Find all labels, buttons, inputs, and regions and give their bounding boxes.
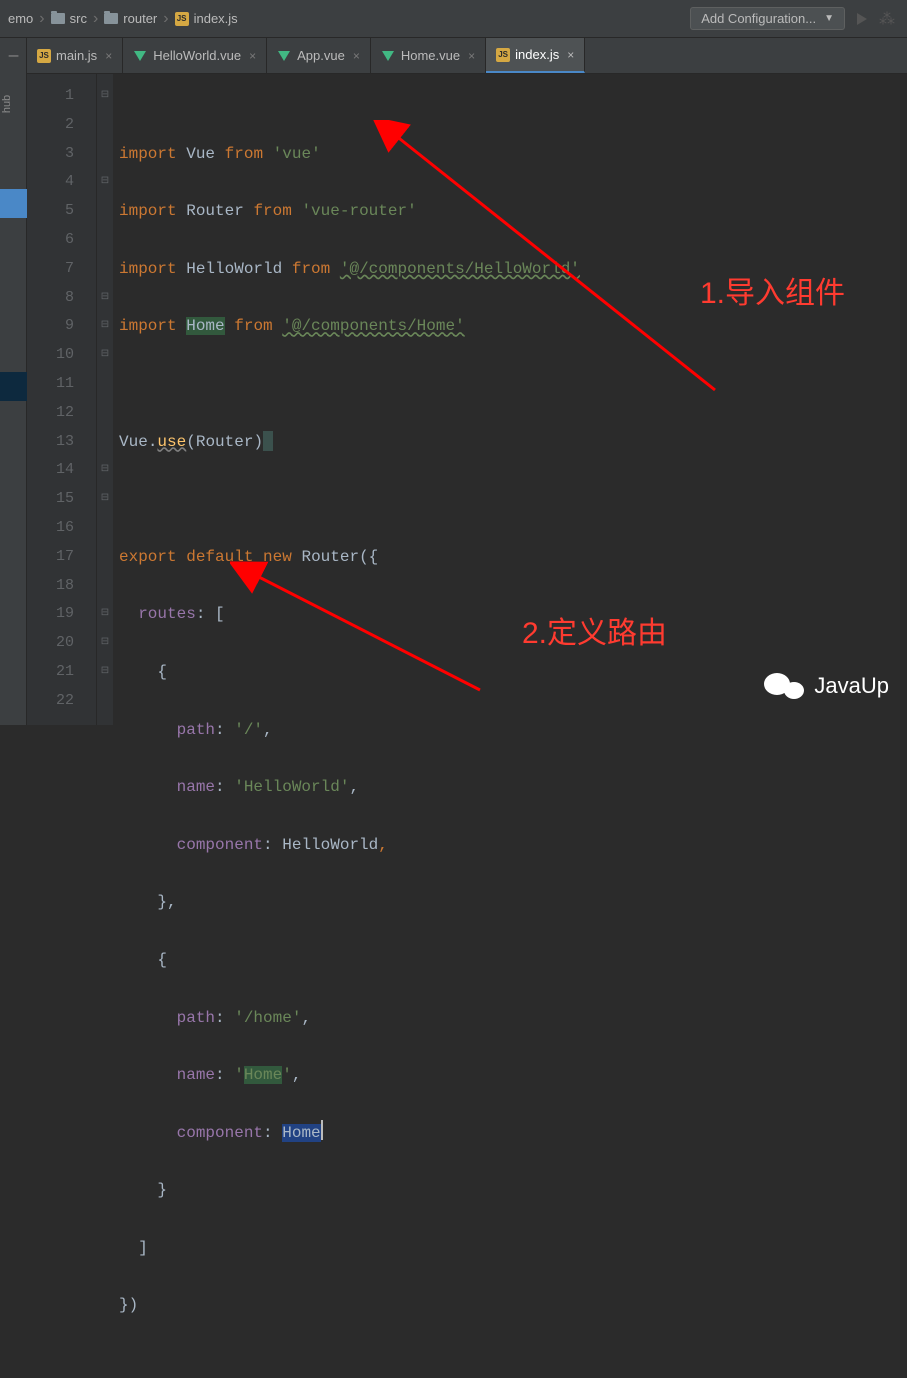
editor-tabs: JS main.js × HelloWorld.vue × App.vue × … [27,38,907,74]
tab-mainjs[interactable]: JS main.js × [27,38,123,73]
line-number: 18 [27,572,96,601]
left-sidebar: hub [0,74,27,725]
line-number: 2 [27,111,96,140]
fold-marker-icon[interactable]: ⊟ [97,485,113,514]
folder-icon [104,13,118,24]
breadcrumb-item-router[interactable]: router [100,11,161,26]
fold-marker-icon[interactable]: ⊟ [97,284,113,313]
close-icon[interactable]: × [468,49,475,63]
line-highlight-marker [0,189,27,218]
line-number-gutter: 1 2 3 4 5 6 7 8 9 10 11 12 13 14 15 16 1… [27,74,97,725]
folder-icon [51,13,65,24]
line-number: 10 [27,341,96,370]
tab-home[interactable]: Home.vue × [371,38,486,73]
fold-marker-icon[interactable]: ⊟ [97,658,113,687]
close-icon[interactable]: × [353,49,360,63]
line-number: 19 [27,600,96,629]
chevron-down-icon: ▼ [824,13,834,24]
top-toolbar: emo › src › router › JS index.js Add Con… [0,0,907,38]
fold-gutter: ⊟ ⊟ ⊟ ⊟ ⊟ ⊟ ⊟ ⊟ ⊟ ⊟ [97,74,113,725]
line-number: 1 [27,82,96,111]
tab-label: main.js [56,48,97,63]
chevron-right-icon: › [161,10,170,28]
close-icon[interactable]: × [249,49,256,63]
line-number: 22 [27,687,96,716]
line-number: 17 [27,543,96,572]
line-number: 5 [27,197,96,226]
fold-marker-icon[interactable]: ⊟ [97,600,113,629]
fold-marker-icon[interactable]: ⊟ [97,312,113,341]
tab-label: App.vue [297,48,345,63]
line-number: 7 [27,255,96,284]
toolbar-right: Add Configuration... ▼ ⁂ [690,7,907,30]
js-file-icon: JS [37,49,51,63]
annotation-text-2: 2.定义路由 [522,608,667,652]
line-number: 13 [27,428,96,457]
js-file-icon: JS [175,12,189,26]
js-file-icon: JS [496,48,510,62]
fold-marker-icon[interactable]: ⊟ [97,341,113,370]
fold-marker-icon[interactable]: ⊟ [97,168,113,197]
breadcrumb-item-file[interactable]: JS index.js [171,11,242,26]
line-number: 4 [27,168,96,197]
line-number: 15 [27,485,96,514]
fold-marker-icon[interactable]: ⊟ [97,629,113,658]
run-icon[interactable] [857,13,867,25]
fold-marker-icon[interactable]: ⊟ [97,82,113,111]
vue-file-icon [277,49,291,63]
tab-label: Home.vue [401,48,460,63]
text-cursor [321,1120,323,1140]
line-number: 21 [27,658,96,687]
tab-label: HelloWorld.vue [153,48,241,63]
wechat-icon [764,671,804,701]
line-highlight-marker [0,372,27,401]
line-number: 6 [27,226,96,255]
line-number: 3 [27,140,96,169]
vue-file-icon [381,49,395,63]
line-number: 16 [27,514,96,543]
watermark: JavaUp [764,671,889,701]
breadcrumb-label: src [70,11,87,26]
breadcrumb-item-src[interactable]: src [47,11,91,26]
tab-label: index.js [515,47,559,62]
tab-indexjs[interactable]: JS index.js × [486,38,585,73]
watermark-text: JavaUp [814,673,889,699]
breadcrumb-label: emo [8,11,33,26]
line-number: 20 [27,629,96,658]
breadcrumb: emo › src › router › JS index.js [0,10,690,28]
left-gutter-top: — [0,38,27,74]
tab-helloworld[interactable]: HelloWorld.vue × [123,38,267,73]
vue-file-icon [133,49,147,63]
line-number: 11 [27,370,96,399]
line-number: 12 [27,399,96,428]
breadcrumb-label: router [123,11,157,26]
fold-marker-icon[interactable]: ⊟ [97,456,113,485]
project-toggle[interactable]: — [0,38,27,74]
annotation-arrow-icon [370,120,740,420]
close-icon[interactable]: × [567,48,574,62]
debug-icon[interactable]: ⁂ [879,9,895,29]
annotation-arrow-icon [230,560,530,720]
close-icon[interactable]: × [105,49,112,63]
run-config-dropdown[interactable]: Add Configuration... ▼ [690,7,845,30]
config-label: Add Configuration... [701,11,816,26]
line-number: 9 [27,312,96,341]
annotation-text-1: 1.导入组件 [700,268,845,312]
tab-app[interactable]: App.vue × [267,38,371,73]
line-number: 14 [27,456,96,485]
line-number: 8 [27,284,96,313]
chevron-right-icon: › [91,10,100,28]
breadcrumb-label: index.js [194,11,238,26]
sidebar-tab[interactable]: hub [1,95,13,113]
chevron-right-icon: › [37,10,46,28]
breadcrumb-item-project[interactable]: emo [4,11,37,26]
